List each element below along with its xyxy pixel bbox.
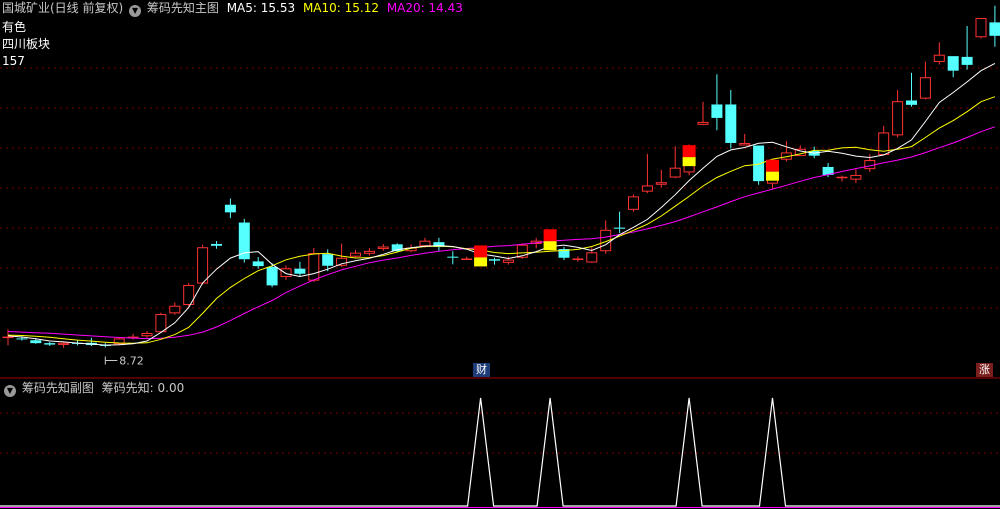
candle-body bbox=[308, 253, 320, 281]
industry-label: 有色 bbox=[2, 20, 27, 34]
signal-marker-top bbox=[766, 159, 779, 172]
sub-indicator-name[interactable]: 筹码先知副图 bbox=[22, 381, 94, 395]
candle-body bbox=[961, 56, 973, 65]
candles-layer bbox=[2, 5, 1000, 348]
candle-body bbox=[44, 343, 56, 345]
signal-marker-top bbox=[682, 145, 696, 158]
candle-body bbox=[739, 142, 751, 146]
candle-body bbox=[906, 100, 917, 105]
ma10-value: MA10: 15.12 bbox=[302, 1, 379, 15]
candle-body bbox=[489, 259, 500, 261]
candle-body bbox=[30, 340, 42, 344]
candle-body bbox=[989, 22, 1000, 36]
ma5-value: MA5: 15.53 bbox=[226, 1, 296, 15]
candle-body bbox=[753, 145, 765, 182]
candle-body bbox=[266, 266, 278, 286]
candle-body bbox=[850, 174, 862, 180]
signal-marker-top bbox=[543, 229, 557, 242]
indicator-name[interactable]: 筹码先知主图 bbox=[147, 1, 219, 15]
signal-marker-top bbox=[474, 245, 488, 258]
sub-indicator-line bbox=[0, 397, 1000, 507]
candle-body bbox=[211, 243, 222, 246]
chart-window: 8.72 国城矿业(日线 前复权) ▼ 筹码先知主图 MA5: 15.53 MA… bbox=[0, 0, 1000, 509]
candle-body bbox=[892, 101, 904, 136]
candle-body bbox=[864, 160, 876, 170]
ma20-value: MA20: 14.43 bbox=[386, 1, 463, 15]
candle-body bbox=[919, 77, 931, 99]
ma5-line bbox=[7, 62, 996, 346]
candle-body bbox=[238, 222, 250, 260]
sub-header: ▼ 筹码先知副图 筹码先知: 0.00 bbox=[2, 381, 184, 397]
chevron-down-icon[interactable]: ▼ bbox=[4, 385, 16, 397]
candle-body bbox=[16, 338, 28, 340]
candle-body bbox=[155, 314, 167, 333]
stock-title[interactable]: 国城矿业(日线 前复权) bbox=[2, 1, 123, 15]
candle-body bbox=[224, 204, 236, 213]
candle-body bbox=[697, 121, 709, 125]
low-price-label: 8.72 bbox=[119, 355, 144, 368]
candle-body bbox=[419, 240, 431, 247]
candle-body bbox=[58, 342, 70, 345]
candle-body bbox=[363, 250, 375, 254]
count-label: 157 bbox=[2, 54, 25, 68]
signal-marker-bottom bbox=[682, 157, 696, 167]
signal-marker-bottom bbox=[766, 171, 779, 181]
candle-body bbox=[933, 54, 945, 62]
sector-label: 四川板块 bbox=[2, 37, 51, 51]
candle-body bbox=[836, 176, 848, 179]
candle-body bbox=[614, 227, 626, 229]
candle-body bbox=[197, 247, 209, 284]
candle-body bbox=[2, 336, 14, 339]
main-header: 国城矿业(日线 前复权) ▼ 筹码先知主图 MA5: 15.53 MA10: 1… bbox=[2, 1, 463, 17]
candle-body bbox=[141, 332, 153, 337]
signal-marker-bottom bbox=[543, 241, 557, 251]
finance-badge[interactable]: 财 bbox=[473, 363, 490, 377]
signal-marker-bottom bbox=[474, 257, 488, 267]
candle-body bbox=[377, 246, 389, 250]
candle-body bbox=[572, 258, 584, 260]
candle-body bbox=[711, 104, 723, 118]
ma-lines-layer bbox=[7, 62, 996, 346]
candle-body bbox=[322, 254, 334, 266]
candle-body bbox=[628, 196, 639, 210]
chart-canvas: 8.72 bbox=[0, 5, 1000, 508]
candle-body bbox=[947, 56, 959, 71]
ma10-line bbox=[7, 96, 996, 344]
candle-body bbox=[502, 259, 514, 263]
chevron-down-icon[interactable]: ▼ bbox=[129, 5, 142, 17]
candle-body bbox=[725, 104, 737, 143]
sub-indicator-value: 筹码先知: 0.00 bbox=[101, 381, 185, 395]
candle-body bbox=[641, 185, 653, 192]
candle-body bbox=[280, 268, 292, 278]
candle-body bbox=[294, 268, 306, 274]
candle-body bbox=[461, 258, 473, 260]
ma20-line bbox=[7, 126, 996, 340]
candle-body bbox=[586, 252, 598, 263]
candle-body bbox=[169, 305, 181, 314]
candle-body bbox=[447, 256, 459, 258]
candle-body bbox=[252, 261, 264, 267]
candle-body bbox=[975, 18, 987, 38]
candle-body bbox=[350, 252, 361, 257]
candle-body bbox=[669, 167, 681, 178]
limit-up-badge[interactable]: 涨 bbox=[976, 363, 993, 377]
candle-body bbox=[655, 182, 667, 185]
